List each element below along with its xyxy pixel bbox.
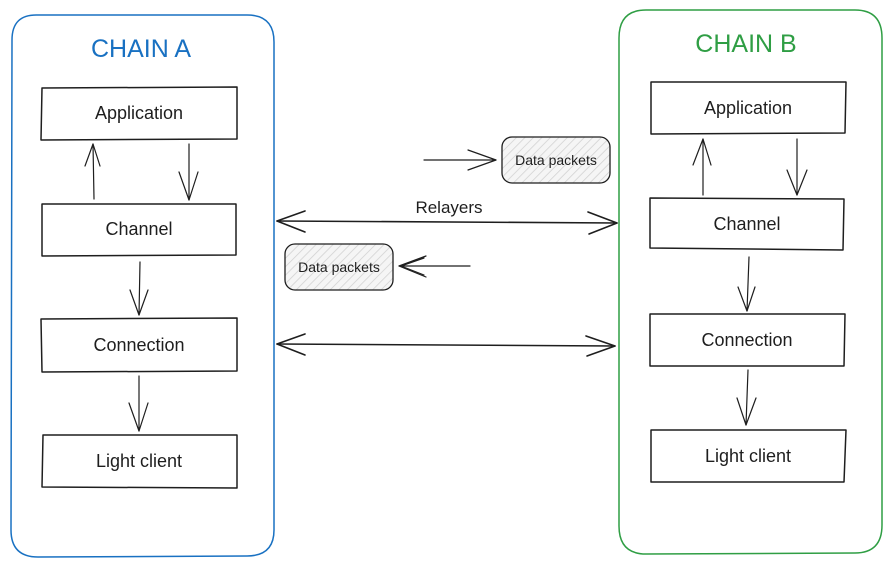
chain-b-connection-label: Connection [701,330,792,350]
data-packet-to-chain-b: Data packets [501,136,611,184]
chain-a-title: CHAIN A [91,35,191,63]
chain-b-container: CHAIN B Application Channel Connection L… [618,9,883,555]
chain-b-border [618,9,883,555]
chain-b-application-box: Application [650,81,847,135]
chain-b-arrow-channel-to-connection [737,256,756,312]
chain-a-application-box: Application [40,86,238,141]
chain-a-connection-box: Connection [40,317,238,373]
chain-a-channel-label: Channel [105,219,172,239]
data-packet-to-chain-a: Data packets [284,243,394,291]
chain-b-application-label: Application [704,98,792,118]
chain-a-channel-box: Channel [41,203,237,257]
relayers-label: Relayers [415,198,482,217]
ibc-diagram: CHAIN A Application Channel Connection L… [10,9,883,558]
chain-b-light-client-box: Light client [650,429,847,483]
chain-a-connection-label: Connection [93,335,184,355]
chain-b-channel-label: Channel [713,214,780,234]
chain-a-border [10,14,275,558]
packet-arrow-to-chain-a [398,255,471,278]
data-packet-to-chain-a-label: Data packets [298,259,380,275]
chain-b-channel-box: Channel [649,197,845,251]
chain-a-arrow-connection-to-light-client [128,375,149,432]
chain-b-arrow-connection-to-light-client [736,369,757,426]
chain-b-connection-box: Connection [649,313,846,367]
chain-b-arrow-channel-to-application [692,138,712,196]
data-packet-to-chain-b-label: Data packets [515,152,597,168]
chain-a-arrow-channel-to-application [84,143,101,200]
chain-a-light-client-label: Light client [96,451,182,471]
chain-a-arrow-channel-to-connection [129,261,149,316]
chain-a-container: CHAIN A Application Channel Connection L… [10,14,275,558]
packet-arrow-to-chain-b [423,149,497,171]
chain-a-light-client-box: Light client [41,434,238,489]
chain-a-arrow-application-to-channel [178,143,199,201]
chain-b-title: CHAIN B [695,30,796,58]
chain-b-light-client-label: Light client [705,446,791,466]
chain-b-arrow-application-to-channel [786,138,808,196]
chain-a-application-label: Application [95,103,183,123]
relayer-connection-arrow [276,333,616,357]
